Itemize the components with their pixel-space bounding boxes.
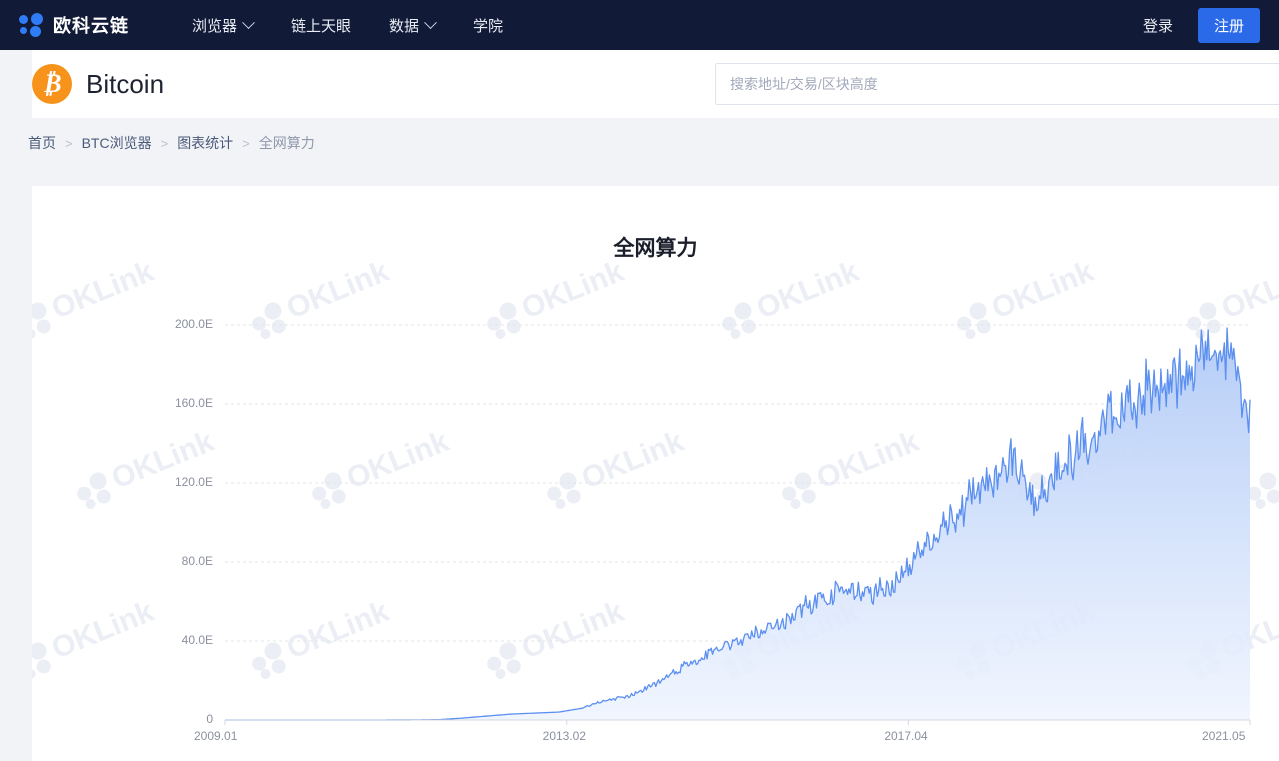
y-axis-tick-label: 160.0E [175,396,213,410]
coin-name: Bitcoin [86,69,164,100]
brand-name: 欧科云链 [53,12,129,38]
nav-item-explorer[interactable]: 浏览器 [192,15,253,36]
nav-item-academy[interactable]: 学院 [473,15,503,36]
nav-item-chain-eye-label: 链上天眼 [291,15,351,36]
x-axis-tick-label: 2013.02 [543,729,586,743]
breadcrumb-separator: > [65,136,73,151]
breadcrumb-separator: > [161,136,169,151]
breadcrumb-separator: > [242,136,250,151]
oklink-dots-logo-icon [19,13,45,37]
breadcrumb-item-chart-stats[interactable]: 图表统计 [177,133,233,153]
breadcrumb-item-hashrate: 全网算力 [259,133,315,153]
coin-header: ₿ Bitcoin [32,50,1279,118]
nav-links: 浏览器 链上天眼 数据 学院 [192,15,541,36]
nav-right-actions: 登录 注册 [1143,0,1260,50]
x-axis-tick-label: 2009.01 [194,729,237,743]
chart-card: 全网算力 OKLinkOKLinkOKLinkOKLinkOKLinkOKLin… [32,186,1279,761]
chevron-down-icon [242,16,255,29]
brand-logo-link[interactable]: 欧科云链 [19,12,129,38]
y-axis-tick-label: 80.0E [182,554,213,568]
nav-item-explorer-label: 浏览器 [192,15,237,36]
y-axis-tick-label: 40.0E [182,633,213,647]
breadcrumb-item-home[interactable]: 首页 [28,133,56,153]
top-navbar: 欧科云链 浏览器 链上天眼 数据 学院 登录 注册 [0,0,1279,50]
x-axis-tick-label: 2017.04 [884,729,927,743]
login-link[interactable]: 登录 [1143,15,1173,36]
y-axis-tick-label: 0 [206,712,213,726]
bitcoin-icon: ₿ [32,64,72,104]
chevron-down-icon [424,16,437,29]
coin-identity[interactable]: ₿ Bitcoin [32,64,164,104]
nav-item-data-label: 数据 [389,15,419,36]
y-axis-tick-label: 120.0E [175,475,213,489]
search-input[interactable] [715,63,1279,105]
nav-item-academy-label: 学院 [473,15,503,36]
x-axis-tick-label: 2021.05 [1202,729,1245,743]
hashrate-area-chart[interactable] [32,186,1279,761]
breadcrumb: 首页 > BTC浏览器 > 图表统计 > 全网算力 [28,133,315,153]
breadcrumb-item-btc-explorer[interactable]: BTC浏览器 [82,133,152,153]
y-axis-tick-label: 200.0E [175,317,213,331]
nav-item-data[interactable]: 数据 [389,15,435,36]
register-button[interactable]: 注册 [1198,8,1260,43]
search-wrap [715,63,1279,105]
nav-item-chain-eye[interactable]: 链上天眼 [291,15,351,36]
